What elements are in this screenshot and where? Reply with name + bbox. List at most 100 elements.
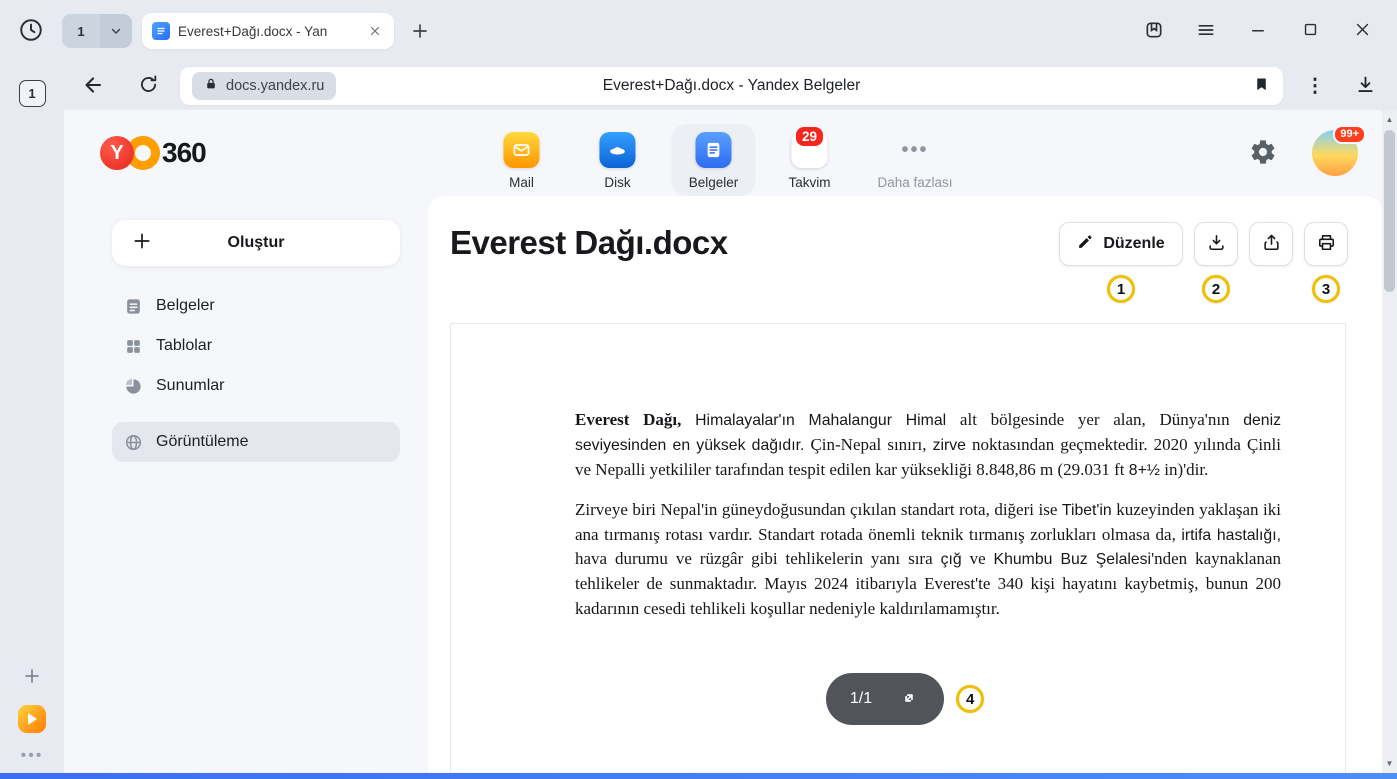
yandex360-logo[interactable]: Y 360 bbox=[100, 136, 206, 170]
sidebar-item-goruntuleme[interactable]: Görüntüleme bbox=[112, 422, 400, 462]
annotation-4: 4 bbox=[956, 685, 984, 713]
nav-item-mail[interactable]: Mail bbox=[479, 124, 563, 196]
page-indicator-pill[interactable]: 1/1 bbox=[826, 673, 944, 725]
page-indicator: 1/1 bbox=[850, 690, 872, 708]
reload-button[interactable] bbox=[136, 74, 160, 98]
hamburger-icon bbox=[1196, 20, 1216, 43]
rail-tab-counter[interactable]: 1 bbox=[19, 80, 46, 107]
nav-label: Disk bbox=[604, 175, 630, 190]
nav-item-disk[interactable]: Disk bbox=[575, 124, 659, 196]
address-bar[interactable]: docs.yandex.ru Everest+Dağı.docx - Yande… bbox=[180, 67, 1283, 105]
scrollbar[interactable]: ▲ ▼ bbox=[1382, 110, 1397, 773]
plus-icon bbox=[130, 231, 154, 255]
text-run: Tibet'in bbox=[1062, 502, 1112, 519]
close-icon bbox=[1354, 21, 1371, 41]
settings-button[interactable] bbox=[1248, 138, 1278, 168]
docs-sidebar: Oluştur Belgeler Tablolar bbox=[64, 196, 428, 773]
tab-panel-button[interactable] bbox=[1143, 20, 1165, 42]
nav-label: Takvim bbox=[788, 175, 830, 190]
browser-tab-active[interactable]: Everest+Dağı.docx - Yan bbox=[142, 13, 394, 49]
documents-icon bbox=[695, 132, 731, 168]
page-title-text: Everest+Dağı.docx - Yandex Belgeler bbox=[180, 77, 1283, 95]
notification-badge: 99+ bbox=[1333, 125, 1366, 144]
create-button[interactable]: Oluştur bbox=[112, 220, 400, 266]
bookmark-icon bbox=[1253, 76, 1270, 96]
scroll-down-icon[interactable]: ▼ bbox=[1382, 756, 1397, 771]
gear-icon bbox=[1249, 138, 1277, 169]
tab-group-count: 1 bbox=[62, 24, 100, 39]
titlebar: 1 Everest+Dağı.docx - Yan bbox=[0, 0, 1397, 62]
edit-button[interactable]: Düzenle bbox=[1059, 222, 1183, 266]
document-panel: Everest Dağı.docx Düzenle bbox=[428, 196, 1382, 773]
nav-item-belgeler[interactable]: Belgeler bbox=[671, 124, 755, 196]
annotation-2: 2 bbox=[1202, 275, 1230, 303]
clock-icon bbox=[18, 17, 44, 46]
header-right: 99+ bbox=[1248, 110, 1358, 196]
print-button[interactable] bbox=[1304, 222, 1348, 266]
domain-chip[interactable]: docs.yandex.ru bbox=[192, 72, 336, 100]
mail-icon bbox=[503, 132, 539, 168]
web-content: Y 360 Mail Disk bbox=[64, 110, 1382, 773]
annotation-row: 1 2 3 bbox=[1059, 275, 1348, 303]
document-paragraph: Zirveye biri Nepal'in güneydoğusundan çı… bbox=[575, 498, 1281, 622]
nav-item-takvim[interactable]: 29 Takvim bbox=[767, 124, 851, 196]
kebab-icon: ⋮ bbox=[1306, 75, 1325, 98]
document-text: Everest Dağı, Himalayalar'ın Mahalangur … bbox=[575, 408, 1281, 622]
new-tab-button[interactable] bbox=[406, 17, 434, 45]
scroll-up-icon[interactable]: ▲ bbox=[1382, 112, 1397, 127]
text-run: ve bbox=[962, 549, 994, 568]
tab-group-chip[interactable]: 1 bbox=[62, 14, 132, 48]
tab-title: Everest+Dağı.docx - Yan bbox=[178, 24, 358, 39]
text-run: Everest Dağı, bbox=[575, 410, 681, 429]
sidebar-item-belgeler[interactable]: Belgeler bbox=[112, 286, 400, 326]
more-dots-icon: ••• bbox=[897, 132, 933, 168]
create-label: Oluştur bbox=[228, 234, 285, 251]
avatar[interactable]: 99+ bbox=[1312, 130, 1358, 176]
expand-icon bbox=[899, 688, 919, 711]
reload-icon bbox=[138, 74, 159, 98]
printer-icon bbox=[1317, 233, 1336, 255]
nav-item-more[interactable]: ••• Daha fazlası bbox=[863, 124, 966, 196]
annotation-1: 1 bbox=[1107, 275, 1135, 303]
document-title: Everest Dağı.docx bbox=[450, 222, 728, 262]
text-run: çığ bbox=[941, 551, 962, 568]
chevron-down-icon[interactable] bbox=[100, 14, 132, 48]
browser-menu-button[interactable] bbox=[1195, 20, 1217, 42]
disk-icon bbox=[599, 132, 635, 168]
minimize-icon bbox=[1249, 21, 1267, 42]
bottom-accent-strip bbox=[0, 773, 1397, 779]
fullscreen-button[interactable] bbox=[898, 688, 920, 710]
maximize-button[interactable] bbox=[1299, 20, 1321, 42]
rail-bottom: ••• bbox=[0, 665, 64, 761]
minimize-button[interactable] bbox=[1247, 20, 1269, 42]
maximize-icon bbox=[1302, 21, 1319, 41]
download-tray-icon bbox=[1207, 233, 1226, 255]
rail-add-button[interactable] bbox=[21, 665, 43, 687]
logo-y-icon: Y bbox=[100, 136, 134, 170]
sidebar-item-sunumlar[interactable]: Sunumlar bbox=[112, 366, 400, 406]
calendar-icon: 29 bbox=[791, 132, 827, 168]
scrollbar-thumb[interactable] bbox=[1384, 130, 1395, 292]
panel-header: Everest Dağı.docx Düzenle bbox=[428, 196, 1382, 303]
downloads-button[interactable] bbox=[1353, 74, 1377, 98]
document-icon bbox=[124, 297, 143, 316]
back-button[interactable] bbox=[80, 73, 106, 99]
text-run: Himalayalar'ın Mahalangur Himal bbox=[681, 412, 960, 429]
nav-label: Belgeler bbox=[689, 175, 739, 190]
tab-close-button[interactable] bbox=[366, 22, 384, 40]
content-row: Oluştur Belgeler Tablolar bbox=[64, 196, 1382, 773]
share-button[interactable] bbox=[1249, 222, 1293, 266]
yandex-browser-logo[interactable] bbox=[18, 705, 46, 733]
close-window-button[interactable] bbox=[1351, 20, 1373, 42]
text-run: Zirveye biri Nepal'in güneydoğusundan çı… bbox=[575, 500, 1062, 519]
rail-more-icon[interactable]: ••• bbox=[21, 751, 44, 761]
page-menu-button[interactable]: ⋮ bbox=[1305, 74, 1325, 98]
download-document-button[interactable] bbox=[1194, 222, 1238, 266]
services-nav: Mail Disk Belgeler 29 bbox=[479, 124, 966, 196]
pencil-icon bbox=[1077, 233, 1094, 255]
bookmark-button[interactable] bbox=[1251, 76, 1271, 96]
text-run: hava durumu ve rüzgâr gibi tehlikelerin … bbox=[575, 549, 941, 568]
sidebar-item-tablolar[interactable]: Tablolar bbox=[112, 326, 400, 366]
titlebar-controls bbox=[1143, 20, 1373, 42]
history-clock-button[interactable] bbox=[16, 16, 46, 46]
